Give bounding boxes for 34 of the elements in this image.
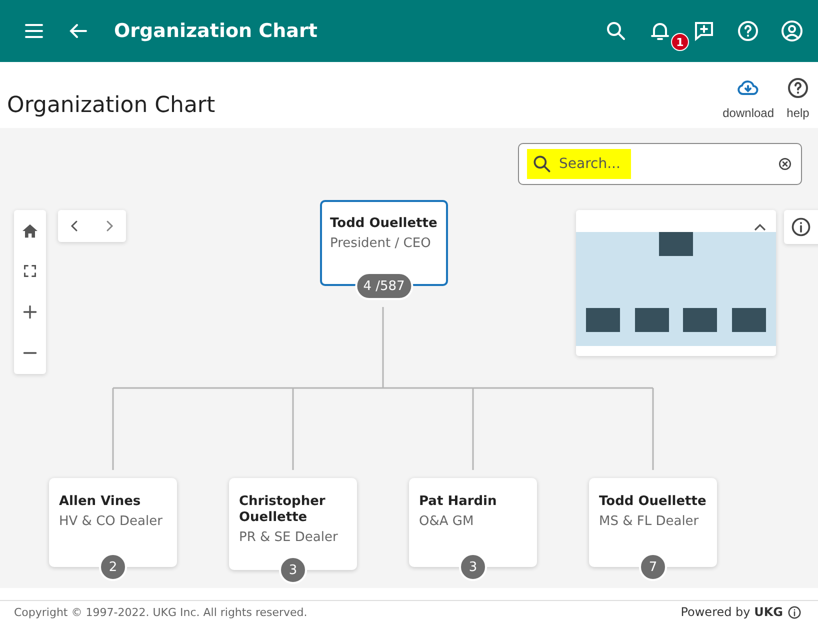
notification-badge: 1: [671, 33, 689, 51]
employee-name: Christopher Ouellette: [239, 494, 326, 526]
powered-by-text: Powered by UKG: [680, 605, 783, 619]
clear-icon[interactable]: [777, 156, 793, 172]
search-icon[interactable]: [604, 19, 628, 43]
employee-name: Pat Hardin: [419, 494, 498, 510]
employee-role: O&A GM: [419, 514, 475, 530]
page-title: Organization Chart: [7, 93, 216, 118]
info-icon[interactable]: [790, 216, 812, 238]
employee-role: President / CEO: [330, 236, 432, 252]
help-button[interactable]: help: [786, 76, 810, 120]
minimap[interactable]: [576, 210, 776, 356]
app-title: Organization Chart: [114, 20, 318, 42]
help-icon[interactable]: [736, 19, 760, 43]
search-input[interactable]: Search...: [559, 149, 631, 179]
employee-role: HV & CO Dealer: [59, 514, 164, 530]
add-comment-icon[interactable]: [692, 19, 716, 43]
employee-name: Todd Ouellette: [599, 494, 707, 510]
copyright-text: Copyright © 1997-2022. UKG Inc. All rights reserved.: [14, 606, 308, 618]
employee-name: Allen Vines: [59, 494, 142, 510]
report-count: 3: [459, 553, 487, 581]
employee-role: MS & FL Dealer: [599, 514, 700, 530]
download-button[interactable]: download: [722, 76, 774, 120]
account-icon[interactable]: [780, 19, 804, 43]
info-icon[interactable]: [787, 604, 802, 620]
search-icon[interactable]: [527, 149, 559, 179]
employee-name: Todd Ouellette: [330, 216, 438, 232]
report-count: 7: [639, 553, 667, 581]
report-count: 3: [279, 556, 307, 584]
report-count: 2: [99, 553, 127, 581]
employee-role: PR & SE Dealer: [239, 530, 339, 546]
help-icon[interactable]: [786, 76, 810, 100]
search-field[interactable]: Search...: [518, 143, 802, 185]
report-count: 4 /587: [355, 272, 413, 300]
